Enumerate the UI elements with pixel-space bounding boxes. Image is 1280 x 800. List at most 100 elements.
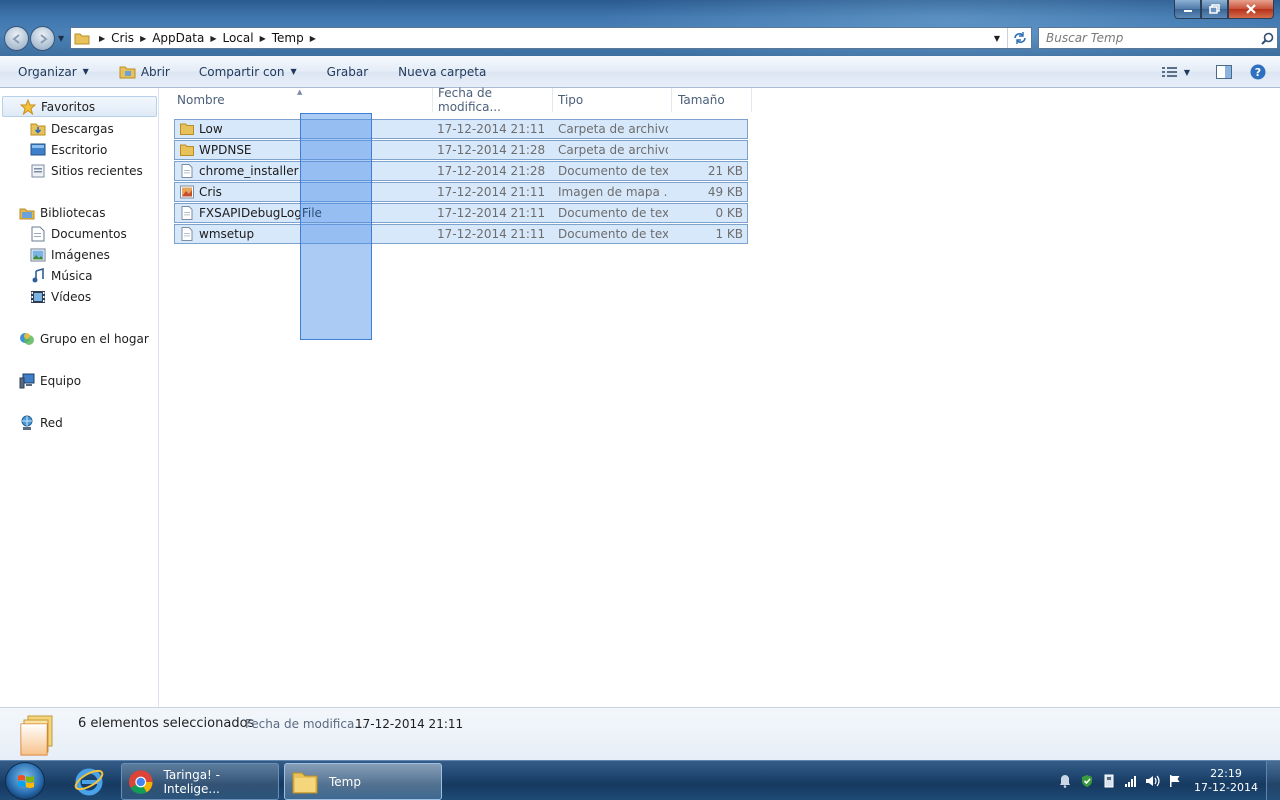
- column-divider[interactable]: [432, 88, 433, 112]
- chrome-taskbar-button[interactable]: Taringa! - Intelige...: [121, 763, 279, 800]
- clock-date: 17-12-2014: [1194, 781, 1258, 794]
- breadcrumb-local[interactable]: Local: [222, 31, 253, 45]
- close-button[interactable]: [1228, 0, 1274, 19]
- sidebar-item-downloads[interactable]: Descargas: [29, 118, 114, 139]
- sidebar-label: Descargas: [51, 121, 114, 136]
- chrome-window-title: Taringa! - Intelige...: [163, 767, 221, 796]
- refresh-button[interactable]: [1007, 28, 1031, 48]
- column-header-name[interactable]: Nombre: [177, 88, 431, 112]
- sidebar-item-recent[interactable]: Sitios recientes: [29, 160, 143, 181]
- breadcrumb-separator[interactable]: ▶: [210, 34, 216, 43]
- computer-icon: [18, 373, 36, 389]
- sidebar-item-network[interactable]: Red: [18, 412, 63, 433]
- sidebar-label: Música: [51, 268, 93, 283]
- open-button[interactable]: Abrir: [119, 56, 170, 87]
- sidebar-item-desktop[interactable]: Escritorio: [29, 139, 107, 160]
- sidebar-item-homegroup[interactable]: Grupo en el hogar: [18, 328, 149, 349]
- text-file-icon: [181, 227, 193, 241]
- sidebar-item-documents[interactable]: Documentos: [29, 223, 127, 244]
- details-date-label: Fecha de modifica...: [245, 717, 366, 731]
- help-button[interactable]: ?: [1250, 56, 1266, 88]
- sidebar-item-computer[interactable]: Equipo: [18, 370, 81, 391]
- sidebar-item-music[interactable]: Música: [29, 265, 93, 286]
- notification-icon[interactable]: [1054, 761, 1076, 800]
- change-view-button[interactable]: ▼: [1161, 56, 1190, 88]
- text-file-icon: [181, 164, 193, 178]
- column-divider[interactable]: [751, 88, 752, 112]
- homegroup-icon: [18, 331, 36, 347]
- breadcrumb-separator[interactable]: ▶: [310, 34, 316, 43]
- file-list-view[interactable]: ▲ Nombre Fecha de modifica... Tipo Tamañ…: [160, 86, 1280, 707]
- minimize-button[interactable]: [1174, 0, 1201, 19]
- file-row[interactable]: Cris 17-12-2014 21:11 Imagen de mapa ...…: [174, 182, 748, 202]
- volume-icon[interactable]: [1142, 761, 1164, 800]
- breadcrumb-separator[interactable]: ▶: [99, 34, 105, 43]
- search-input[interactable]: Buscar Temp: [1039, 31, 1257, 45]
- explorer-taskbar-button[interactable]: Temp: [284, 763, 442, 800]
- search-box[interactable]: Buscar Temp: [1038, 27, 1278, 49]
- file-row[interactable]: FXSAPIDebugLogFile 17-12-2014 21:11 Docu…: [174, 203, 748, 223]
- column-header-label: Nombre: [177, 93, 225, 107]
- organize-menu[interactable]: Organizar ▼: [18, 56, 89, 87]
- explorer-folder-icon: [292, 772, 318, 793]
- column-header-type[interactable]: Tipo: [558, 88, 670, 112]
- security-shield-icon[interactable]: [1076, 761, 1098, 800]
- breadcrumb-separator[interactable]: ▶: [140, 34, 146, 43]
- sidebar-item-videos[interactable]: Vídeos: [29, 286, 91, 307]
- file-row[interactable]: Low 17-12-2014 21:11 Carpeta de archivos: [174, 119, 748, 139]
- column-divider[interactable]: [671, 88, 672, 112]
- back-button[interactable]: [4, 26, 29, 51]
- taskbar: Taringa! - Intelige... Temp 22:19 17-12-: [0, 760, 1280, 800]
- breadcrumb-appdata[interactable]: AppData: [152, 31, 204, 45]
- file-type: Documento de tex...: [558, 227, 668, 241]
- sidebar-item-pictures[interactable]: Imágenes: [29, 244, 110, 265]
- action-center-flag-icon[interactable]: [1164, 761, 1186, 800]
- file-row[interactable]: wmsetup 17-12-2014 21:11 Documento de te…: [174, 224, 748, 244]
- selection-count: 6 elementos seleccionados: [78, 716, 255, 731]
- burn-label: Grabar: [326, 64, 369, 79]
- navigation-buttons: ▼: [4, 26, 64, 51]
- column-header-size[interactable]: Tamaño: [678, 88, 750, 112]
- breadcrumb-cris[interactable]: Cris: [111, 31, 134, 45]
- sidebar-item-favorites[interactable]: Favoritos: [2, 96, 157, 117]
- signal-icon[interactable]: [1120, 761, 1142, 800]
- file-name: Cris: [199, 185, 222, 199]
- new-folder-button[interactable]: Nueva carpeta: [398, 56, 486, 87]
- recent-pages-dropdown[interactable]: ▼: [58, 34, 64, 43]
- share-menu[interactable]: Compartir con ▼: [199, 56, 297, 87]
- file-size: 0 KB: [715, 206, 743, 220]
- preview-pane-button[interactable]: [1216, 56, 1232, 88]
- preview-pane-icon: [1216, 65, 1232, 79]
- details-date-value: 17-12-2014 21:11: [355, 717, 464, 731]
- address-bar[interactable]: ▶ Cris ▶ AppData ▶ Local ▶ Temp ▶ ▼: [70, 27, 1032, 49]
- share-label: Compartir con: [198, 64, 285, 79]
- file-row[interactable]: WPDNSE 17-12-2014 21:28 Carpeta de archi…: [174, 140, 748, 160]
- sidebar-label: Imágenes: [51, 247, 110, 262]
- sidebar-label: Red: [40, 415, 63, 430]
- file-name: chrome_installer: [199, 164, 299, 178]
- show-desktop-button[interactable]: [1266, 761, 1280, 800]
- address-history-dropdown[interactable]: ▼: [989, 28, 1005, 48]
- downloads-folder-icon: [29, 121, 47, 137]
- column-divider[interactable]: [552, 88, 553, 112]
- breadcrumb-temp[interactable]: Temp: [272, 31, 304, 45]
- maximize-button[interactable]: [1201, 0, 1228, 19]
- file-row[interactable]: chrome_installer 17-12-2014 21:28 Docume…: [174, 161, 748, 181]
- chevron-down-icon: ▼: [1183, 67, 1190, 77]
- search-icon[interactable]: [1257, 32, 1277, 45]
- breadcrumb-separator[interactable]: ▶: [260, 34, 266, 43]
- bitmap-file-icon: [180, 185, 194, 199]
- file-date: 17-12-2014 21:11: [437, 206, 546, 220]
- ie-taskbar-button[interactable]: [64, 763, 114, 799]
- videos-icon: [29, 289, 47, 305]
- sidebar-label: Vídeos: [51, 289, 92, 304]
- internet-explorer-icon: [74, 768, 104, 796]
- device-icon[interactable]: [1098, 761, 1120, 800]
- column-header-date[interactable]: Fecha de modifica...: [438, 86, 552, 114]
- sidebar-label: Bibliotecas: [40, 205, 106, 220]
- sidebar-item-libraries[interactable]: Bibliotecas: [18, 202, 105, 223]
- forward-button[interactable]: [30, 26, 55, 51]
- start-button[interactable]: [5, 762, 45, 800]
- clock[interactable]: 22:19 17-12-2014: [1186, 767, 1266, 795]
- burn-button[interactable]: Grabar: [327, 56, 369, 87]
